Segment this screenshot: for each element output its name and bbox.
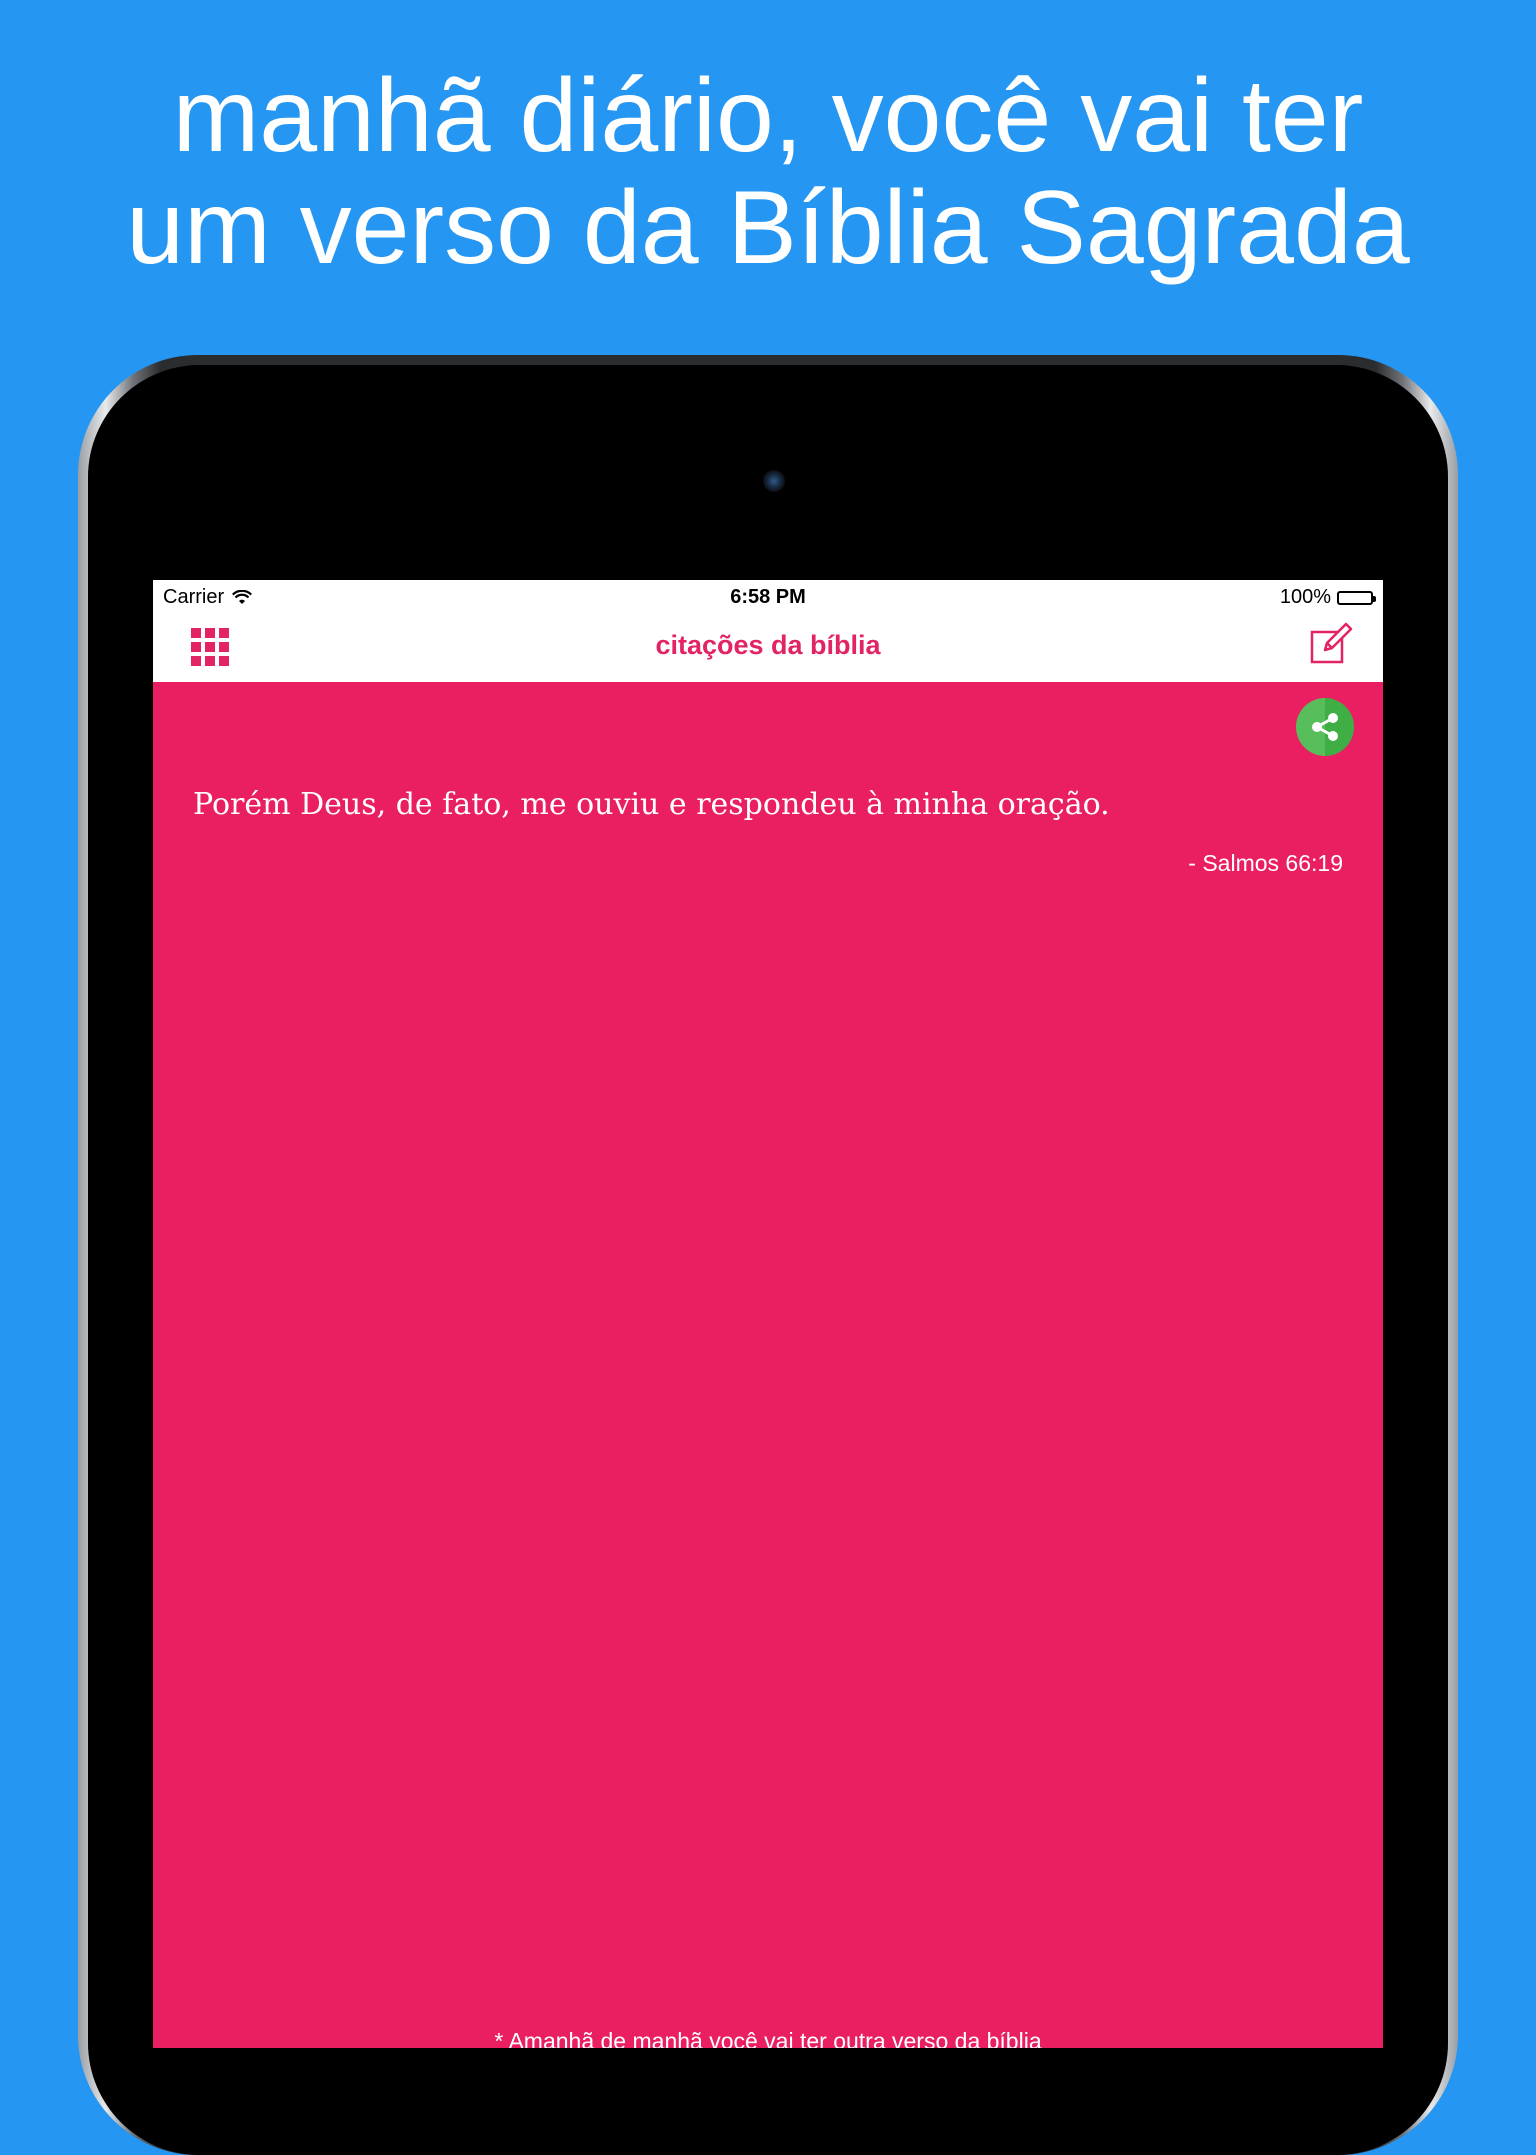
footer-note: * Amanhã de manhã você vai ter outra ver…	[494, 2028, 1042, 2048]
navigation-bar: citações da bíblia	[153, 612, 1383, 682]
page-title: citações da bíblia	[655, 630, 881, 660]
promo-line-1: manhã diário, você vai ter	[172, 58, 1364, 174]
camera-icon	[763, 470, 785, 492]
verse-text: Porém Deus, de fato, me ouviu e responde…	[193, 787, 1110, 822]
status-time: 6:58 PM	[730, 586, 806, 608]
status-battery: 100%	[1279, 586, 1376, 609]
promo-headline: manhã diário, você vai ter um verso da B…	[0, 60, 1536, 284]
share-icon	[1312, 713, 1338, 741]
share-button[interactable]	[1296, 698, 1354, 756]
battery-percent: 100%	[1279, 586, 1331, 608]
verse-reference: - Salmos 66:19	[1188, 850, 1343, 876]
app-screen: Carrier 6:58 PM 100% citações da bíblia	[153, 580, 1383, 2048]
status-bar: Carrier 6:58 PM 100%	[153, 580, 1383, 612]
battery-icon	[1337, 590, 1376, 605]
compose-icon[interactable]	[1309, 622, 1353, 666]
promo-line-2: um verso da Bíblia Sagrada	[126, 170, 1410, 286]
